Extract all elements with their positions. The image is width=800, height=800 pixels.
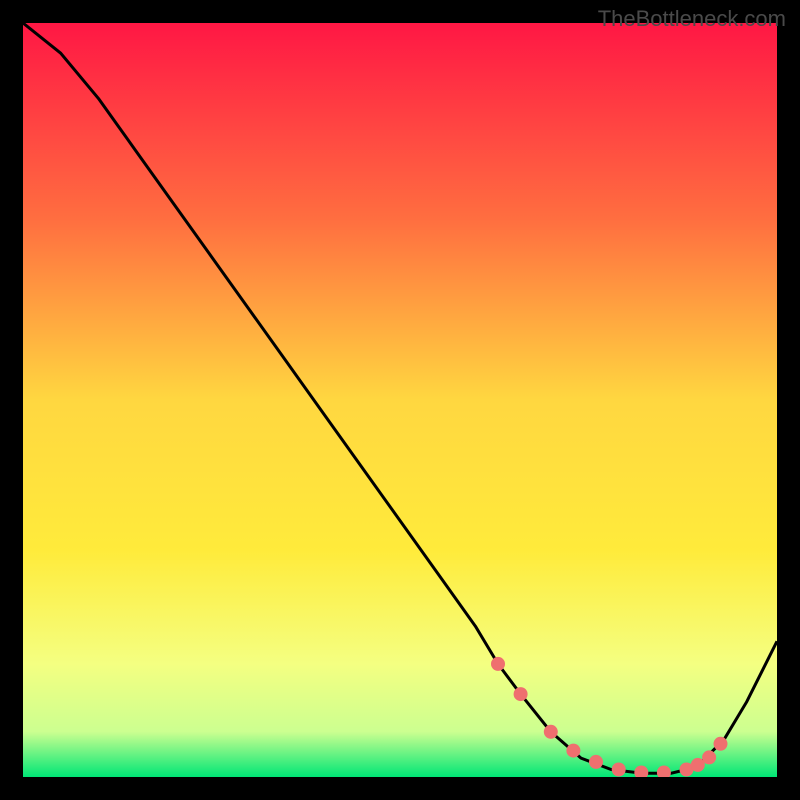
marker-dot	[491, 657, 505, 671]
marker-dot	[544, 725, 558, 739]
watermark-text: TheBottleneck.com	[598, 6, 786, 32]
marker-dot	[657, 766, 671, 778]
plot-area	[23, 23, 777, 777]
marker-dot	[566, 744, 580, 758]
marker-dot	[634, 766, 648, 778]
marker-dot	[702, 750, 716, 764]
marker-dot	[714, 737, 728, 751]
marker-dot	[612, 763, 626, 777]
marker-dot	[514, 687, 528, 701]
highlight-dots	[23, 23, 777, 777]
marker-dot	[589, 755, 603, 769]
